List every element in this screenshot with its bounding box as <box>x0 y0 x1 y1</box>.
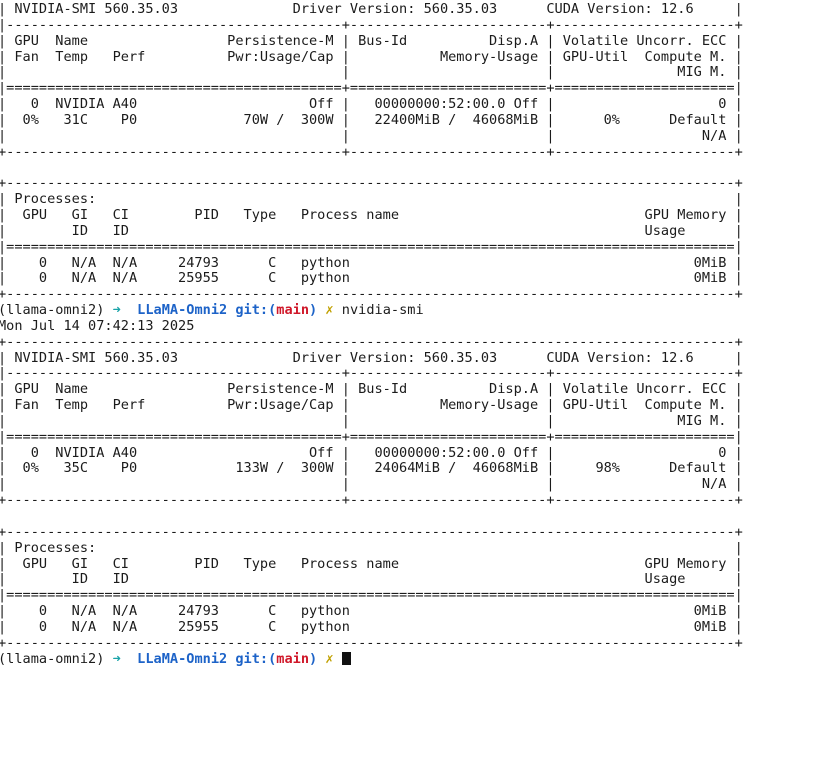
output-line: | GPU GI CI PID Type Process name GPU Me… <box>0 555 743 572</box>
output-line: |=======================================… <box>0 587 743 604</box>
prompt-git-close: ) <box>309 302 318 319</box>
command-prompt-line: (llama-omni2) ➜ LLaMA-Omni2 git:(main) ✗… <box>0 302 828 319</box>
output-line: |=======================================… <box>0 80 743 97</box>
output-line: | Fan Temp Perf Pwr:Usage/Cap | Memory-U… <box>0 48 743 65</box>
output-line: | | | MIG M. | <box>0 412 743 429</box>
prompt-branch: main <box>276 650 310 667</box>
output-line: |=======================================… <box>0 238 743 255</box>
command-text: nvidia-smi <box>341 302 424 319</box>
prompt-branch: main <box>276 302 310 319</box>
output-line: +---------------------------------------… <box>0 523 743 540</box>
output-line: | 0% 35C P0 133W / 300W | 24064MiB / 460… <box>0 460 743 477</box>
output-line: | NVIDIA-SMI 560.35.03 Driver Version: 5… <box>0 1 743 17</box>
output-line: | GPU Name Persistence-M | Bus-Id Disp.A… <box>0 381 743 398</box>
text-cursor[interactable] <box>341 651 351 665</box>
output-line: | 0% 31C P0 70W / 300W | 22400MiB / 4606… <box>0 111 743 128</box>
prompt-directory: LLaMA-Omni2 <box>137 650 228 667</box>
prompt-arrow-icon: ➜ <box>112 302 121 319</box>
output-line: +---------------------------------------… <box>0 175 743 192</box>
output-line: +---------------------------------------… <box>0 143 743 160</box>
output-line: | 0 N/A N/A 25955 C python 0MiB | <box>0 618 743 635</box>
output-line: | | | N/A | <box>0 127 743 144</box>
terminal-window[interactable]: | NVIDIA-SMI 560.35.03 Driver Version: 5… <box>0 0 830 776</box>
prompt-dirty-icon: ✗ <box>325 650 334 667</box>
output-line: +---------------------------------------… <box>0 333 743 350</box>
output-line: | 0 NVIDIA A40 Off | 00000000:52:00.0 Of… <box>0 96 743 113</box>
prompt-git-close: ) <box>309 650 318 667</box>
output-line: Mon Jul 14 07:42:13 2025 <box>0 317 195 334</box>
output-line: +---------------------------------------… <box>0 286 743 303</box>
output-line: | Processes: | <box>0 539 743 556</box>
output-line: | | | MIG M. | <box>0 64 743 81</box>
output-line: | 0 N/A N/A 24793 C python 0MiB | <box>0 254 743 271</box>
prompt-arrow-icon: ➜ <box>112 650 121 667</box>
output-line: | Fan Temp Perf Pwr:Usage/Cap | Memory-U… <box>0 397 743 414</box>
output-line: |=======================================… <box>0 428 743 445</box>
prompt-env: (llama-omni2) <box>0 650 105 667</box>
prompt-git-label: git:( <box>235 302 277 319</box>
output-line: | NVIDIA-SMI 560.35.03 Driver Version: 5… <box>0 349 743 366</box>
output-line: | ID ID Usage | <box>0 571 743 588</box>
output-line: | 0 NVIDIA A40 Off | 00000000:52:00.0 Of… <box>0 444 743 461</box>
output-line: |---------------------------------------… <box>0 365 743 382</box>
output-line: | 0 N/A N/A 25955 C python 0MiB | <box>0 270 743 287</box>
output-line: | 0 N/A N/A 24793 C python 0MiB | <box>0 603 743 620</box>
output-line: | GPU Name Persistence-M | Bus-Id Disp.A… <box>0 32 743 49</box>
output-line: +---------------------------------------… <box>0 634 743 651</box>
output-line: | | | N/A | <box>0 476 743 493</box>
output-line: | GPU GI CI PID Type Process name GPU Me… <box>0 206 743 223</box>
active-prompt-line[interactable]: (llama-omni2) ➜ LLaMA-Omni2 git:(main) ✗ <box>0 650 828 668</box>
prompt-env: (llama-omni2) <box>0 302 105 319</box>
output-line: | ID ID Usage | <box>0 222 743 239</box>
prompt-git-label: git:( <box>235 650 277 667</box>
output-line: +---------------------------------------… <box>0 492 743 509</box>
prompt-dirty-icon: ✗ <box>325 302 334 319</box>
terminal-output: | NVIDIA-SMI 560.35.03 Driver Version: 5… <box>0 1 828 668</box>
output-line: | Processes: | <box>0 191 743 208</box>
output-line: |---------------------------------------… <box>0 16 743 33</box>
prompt-directory: LLaMA-Omni2 <box>137 302 228 319</box>
